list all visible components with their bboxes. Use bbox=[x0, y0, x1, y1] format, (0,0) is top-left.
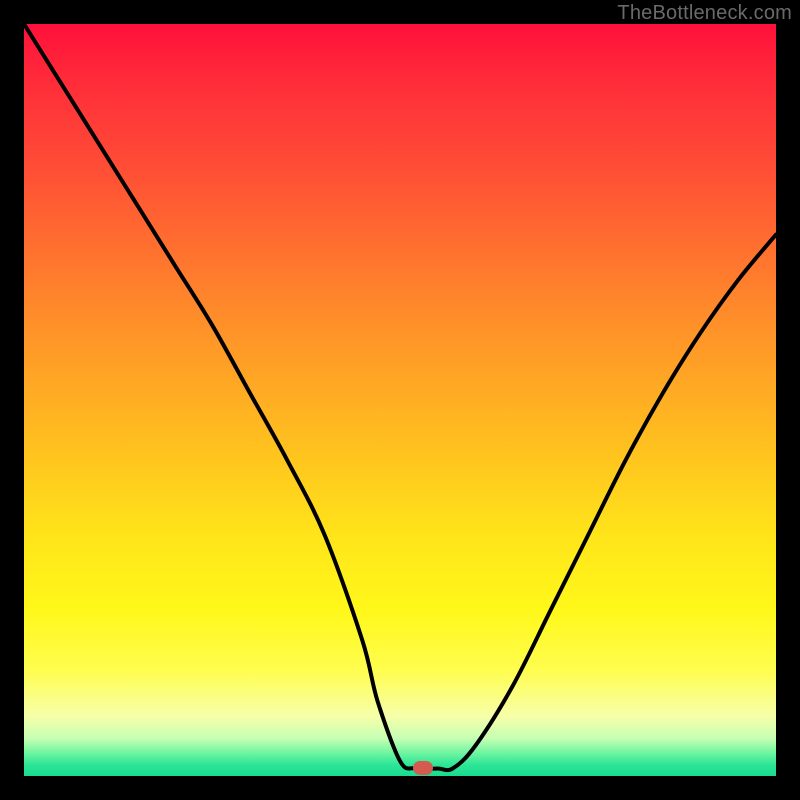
chart-frame: TheBottleneck.com bbox=[0, 0, 800, 800]
bottleneck-curve bbox=[24, 24, 776, 776]
plot-area bbox=[24, 24, 776, 776]
watermark-text: TheBottleneck.com bbox=[617, 2, 792, 25]
minimum-marker bbox=[413, 761, 433, 775]
